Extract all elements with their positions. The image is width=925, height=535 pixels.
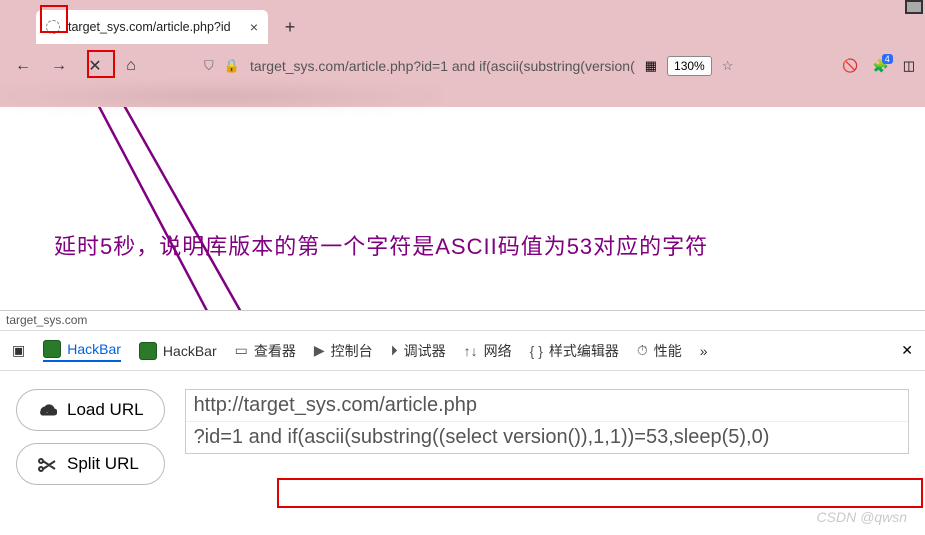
tab-title: target_sys.com/article.php?id: [68, 20, 242, 34]
qr-icon[interactable]: ▦: [645, 58, 657, 74]
blur-smudge: [0, 82, 440, 110]
url-line-1: http://target_sys.com/article.php: [186, 390, 908, 421]
tab-more[interactable]: »: [700, 343, 708, 359]
url-line-2: ?id=1 and if(ascii(substring((select ver…: [186, 421, 908, 453]
browser-tab[interactable]: target_sys.com/article.php?id ×: [36, 10, 268, 44]
devtools-tabs: ▣ HackBar HackBar ▭ 查看器 ▶ 控制台 ⏵ 调试器: [0, 331, 925, 371]
hackbar-icon: [43, 340, 61, 358]
tab-style[interactable]: { } 样式编辑器: [530, 341, 619, 361]
perf-icon: ⏱: [637, 342, 648, 359]
tab-hackbar-2[interactable]: HackBar: [139, 342, 217, 360]
ext-badge: 4: [882, 54, 893, 64]
split-url-button[interactable]: Split URL: [16, 443, 165, 485]
annotation-text: 延时5秒，说明库版本的第一个字符是ASCII码值为53对应的字符: [54, 229, 708, 261]
sidebar-icon[interactable]: ◫: [903, 58, 915, 74]
hackbar-icon: [139, 342, 157, 360]
devtools-close-icon[interactable]: ✕: [901, 342, 913, 359]
network-icon: ↑↓: [464, 343, 478, 359]
tab-close-icon[interactable]: ×: [250, 19, 258, 35]
address-bar-url[interactable]: target_sys.com/article.php?id=1 and if(a…: [250, 58, 635, 74]
favicon-icon: [46, 20, 60, 34]
url-textarea[interactable]: http://target_sys.com/article.php ?id=1 …: [185, 389, 909, 454]
tab-inspector[interactable]: ▭ 查看器: [235, 341, 296, 361]
tab-network[interactable]: ↑↓ 网络: [464, 341, 512, 361]
devtools-info-bar: target_sys.com: [0, 311, 925, 331]
home-button[interactable]: ⌂: [118, 53, 144, 79]
tab-hackbar-1[interactable]: HackBar: [43, 340, 121, 362]
devtools-panel: target_sys.com ▣ HackBar HackBar ▭ 查看器 ▶…: [0, 310, 925, 535]
expand-icon[interactable]: ▣: [12, 342, 25, 359]
load-url-button[interactable]: Load URL: [16, 389, 165, 431]
style-icon: { }: [530, 343, 543, 359]
stop-button[interactable]: ✕: [82, 53, 108, 79]
tab-debugger[interactable]: ⏵ 调试器: [391, 341, 446, 361]
debugger-icon: ⏵: [391, 342, 398, 359]
window-restore-icon[interactable]: [905, 0, 923, 14]
lock-warning-icon[interactable]: 🔒: [224, 58, 240, 74]
tab-console[interactable]: ▶ 控制台: [314, 341, 373, 361]
cloud-download-icon: [37, 401, 57, 419]
back-button[interactable]: ←: [10, 53, 36, 79]
inspector-icon: ▭: [235, 342, 248, 359]
forward-button[interactable]: →: [46, 53, 72, 79]
zoom-badge[interactable]: 130%: [667, 56, 712, 76]
tab-perf[interactable]: ⏱ 性能: [637, 341, 682, 361]
new-tab-button[interactable]: +: [276, 13, 304, 41]
console-icon: ▶: [314, 342, 325, 359]
bookmark-star-icon[interactable]: ☆: [722, 58, 734, 74]
watermark: CSDN @qwsn: [817, 509, 907, 525]
shield-icon[interactable]: ⛉: [204, 58, 214, 74]
scissors-icon: [37, 455, 57, 473]
noscript-ext-icon[interactable]: 🚫: [842, 58, 858, 74]
puzzle-ext-icon[interactable]: 🧩 4: [873, 58, 889, 74]
